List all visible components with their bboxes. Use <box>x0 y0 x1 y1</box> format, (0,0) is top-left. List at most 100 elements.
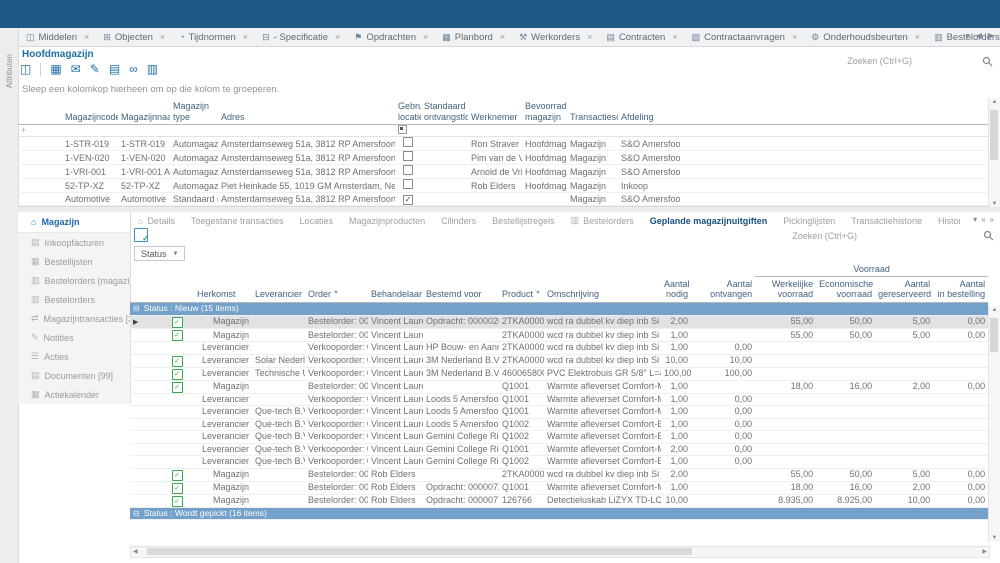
table-row[interactable]: Leverancier Verkooporder: 00Vincent Laure… <box>130 341 988 355</box>
column-header-product[interactable]: Product ▲ <box>499 276 544 304</box>
checkbox-icon[interactable] <box>403 165 413 175</box>
tab-onderhoudsbeurten[interactable]: ⚙ Onderhoudsbeurten × <box>804 28 927 46</box>
column-header-werkelijke-voorraad[interactable]: Werkelijke voorraad <box>755 276 817 304</box>
tab-contracten[interactable]: ▤ Contracten × <box>599 28 684 46</box>
export-icon[interactable]: ▥ <box>147 62 158 76</box>
column-header-standaard-ontvangstlocatie[interactable]: Standaard ontvangstlocatie <box>421 98 468 125</box>
add-record-icon[interactable]: ◫ <box>20 62 31 76</box>
scroll-thumb[interactable] <box>147 548 692 555</box>
table-row[interactable]: LeverancierQue-tech B.V.Verkooporder: 00… <box>130 405 988 419</box>
detail-tab-historie-pickinglijsten[interactable]: Historie pickinglijsten <box>930 216 960 226</box>
table-row[interactable]: ✓ Magazijn Bestelorder: 0000Vincent Lauret… <box>130 328 988 343</box>
status-filter-button[interactable]: Status ▼ <box>134 246 186 261</box>
table-row[interactable]: ✓ LeverancierSolar NederlandVerkooporder:… <box>130 354 988 368</box>
collapse-icon[interactable]: ⊟ <box>133 303 140 314</box>
tab-close-icon[interactable]: × <box>160 32 165 42</box>
column-header-omschrijving[interactable]: Omschrijving <box>544 276 661 304</box>
detail-tab-scroll-icon-0[interactable]: ▾ <box>973 215 977 224</box>
tab-werkorders[interactable]: ⚒ Werkorders × <box>512 28 599 46</box>
tab-close-icon[interactable]: × <box>84 32 89 42</box>
scroll-up-icon[interactable]: ▲ <box>989 99 1000 105</box>
table-row[interactable]: ✓ Magazijn Bestelorder: 0000Vincent Lauret… <box>130 380 988 394</box>
tab-close-icon[interactable]: × <box>587 32 592 42</box>
table-row[interactable]: LeverancierQue-tech B.V.Verkooporder: 00… <box>130 455 988 469</box>
tab-middelen[interactable]: ◫ Middelen × <box>19 28 96 46</box>
tab-planbord[interactable]: ▦ Planbord × <box>435 28 512 46</box>
checkbox-icon[interactable] <box>403 151 413 161</box>
table-row[interactable]: LeverancierQue-tech B.V.Verkooporder: 00… <box>130 443 988 457</box>
sidebar-item-notities[interactable]: ✎ Notities <box>18 328 130 347</box>
sidebar-item-inkoopfacturen[interactable]: ▤ Inkoopfacturen <box>18 233 130 252</box>
column-header-aantal-nodig[interactable]: Aantal nodig <box>661 276 691 304</box>
scroll-thumb[interactable] <box>990 110 998 160</box>
sidebar-item-magazijn[interactable]: ⌂ Magazijn <box>18 212 130 233</box>
scroll-right-icon[interactable]: ▶ <box>982 548 987 555</box>
table-row[interactable]: 52-TP-XZ52-TP-XZAutomagazijnPiet Heinkad… <box>18 178 988 193</box>
tab-scroll-icon-0[interactable]: ▾ <box>966 31 970 40</box>
detail-tab-magazijnproducten[interactable]: Magazijnproducten <box>341 216 433 226</box>
column-header-magazijnnaam[interactable]: Magazijnnaam <box>118 98 170 125</box>
top-grid-vscrollbar[interactable]: ▲ ▼ <box>988 98 1000 208</box>
table-row[interactable]: ▶ ✓ Magazijn Bestelorder: 0000Vincent Laure… <box>130 315 988 330</box>
table-row[interactable]: ✓ Magazijn Bestelorder: 0000Rob Elders 2TKA… <box>130 468 988 482</box>
tab-close-icon[interactable]: × <box>335 32 340 42</box>
table-row[interactable]: 1-STR-0191-STR-019AutomagazijnAmsterdams… <box>18 136 988 151</box>
group-row[interactable]: ⊟ Status : Nieuw (15 items) <box>130 302 988 316</box>
tab-specificatie[interactable]: ⊟ - Specificatie × <box>255 28 347 46</box>
detail-tab-scroll-icon-2[interactable]: » <box>990 215 994 224</box>
attributes-side-strip[interactable]: Attributen <box>0 28 19 563</box>
release-picking-icon[interactable]: ✓ <box>134 228 149 243</box>
detail-tab-details[interactable]: ⌂ Details <box>130 216 183 226</box>
sidebar-item-bestellijsten[interactable]: ▦ Bestellijsten <box>18 252 130 271</box>
edit-add-icon[interactable]: ✎ <box>90 62 100 76</box>
column-header-werknemer[interactable]: Werknemer <box>468 98 522 125</box>
table-row[interactable]: ✓ LeverancierTechnische UnieVerkooporder:… <box>130 367 988 381</box>
link-icon[interactable]: ∞ <box>129 62 138 76</box>
send-mail-icon[interactable]: ✉ <box>71 62 81 76</box>
table-row[interactable]: Leverancier Verkooporder: 00Vincent Laure… <box>130 393 988 407</box>
tab-scroll-icon-1[interactable]: ◀ <box>976 31 982 40</box>
column-header-economische-voorraad[interactable]: Economische voorraad <box>816 276 876 304</box>
column-header-magazijn-type[interactable]: Magazijn type <box>170 98 218 125</box>
column-header-aantal-in-bestelling[interactable]: Aantal in bestelling <box>933 276 988 304</box>
filter-checkbox-icon[interactable] <box>398 125 407 134</box>
new-row-filter-row[interactable]: + <box>18 124 988 137</box>
group-row[interactable]: ⊟ Status : Wordt gepickt (16 items) <box>130 507 988 521</box>
bottom-search-input[interactable]: Zoeken (Ctrl+G) <box>557 231 857 241</box>
detail-tab-locaties[interactable]: Locaties <box>292 216 342 226</box>
detail-tab-cilinders[interactable]: Cilinders <box>433 216 484 226</box>
checkbox-icon[interactable] <box>403 179 413 189</box>
bottom-grid-vscrollbar[interactable]: ▲ ▼ <box>988 306 1000 542</box>
checkbox-checked-icon[interactable]: ✓ <box>403 195 413 205</box>
search-icon[interactable] <box>983 230 994 241</box>
scroll-up-icon[interactable]: ▲ <box>989 307 1000 313</box>
sidebar-item-documenten-99[interactable]: ▤ Documenten [99] <box>18 366 130 385</box>
tab-close-icon[interactable]: × <box>672 32 677 42</box>
sidebar-item-magazijntransacties-3[interactable]: ⇄ Magazijntransacties [3] <box>18 309 130 328</box>
tab-close-icon[interactable]: × <box>243 32 248 42</box>
tab-scroll-icon-2[interactable]: ▶ <box>988 31 994 40</box>
tab-close-icon[interactable]: × <box>500 32 505 42</box>
collapse-icon[interactable]: ⊟ <box>133 508 140 519</box>
table-row[interactable]: AutomotiveAutomotiveStandaard maAmsterda… <box>18 192 988 206</box>
column-header-adres[interactable]: Adres <box>218 98 395 125</box>
scroll-down-icon[interactable]: ▼ <box>989 535 1000 541</box>
sidebar-item-actiekalender[interactable]: ▦ Actiekalender <box>18 385 130 404</box>
detail-tab-geplande-magazijnuitgiften[interactable]: Geplande magazijnuitgiften <box>642 216 776 226</box>
column-header-gebruik-locaties[interactable]: Gebruik locaties <box>395 98 421 125</box>
group-by-hint[interactable]: Sleep een kolomkop hierheen om op die ko… <box>22 84 279 95</box>
column-header-bevoorradings-magazijn[interactable]: Bevoorradings magazijn <box>522 98 567 125</box>
table-row[interactable]: ✓ Magazijn Bestelorder: 0000Rob EldersOpdr… <box>130 494 988 508</box>
search-icon[interactable] <box>982 56 993 67</box>
tab-opdrachten[interactable]: ⚑ Opdrachten × <box>347 28 435 46</box>
column-header-transactieschema[interactable]: Transactieschema <box>567 98 618 125</box>
add-document-icon[interactable]: ▤ <box>109 62 120 76</box>
tab-close-icon[interactable]: × <box>423 32 428 42</box>
add-planning-icon[interactable]: ▦ <box>50 62 61 76</box>
table-row[interactable]: LeverancierQue-tech B.V.Verkooporder: 00… <box>130 418 988 432</box>
table-row[interactable]: 1-VRI-0011-VRI-001 AutAutomagazijnAmster… <box>18 164 988 179</box>
tab-contractaanvragen[interactable]: ▧ Contractaanvragen × <box>685 28 805 46</box>
tab-objecten[interactable]: ⊞ Objecten × <box>96 28 172 46</box>
tab-close-icon[interactable]: × <box>915 32 920 42</box>
detail-tab-bestellijstregels[interactable]: Bestellijstregels <box>484 216 563 226</box>
